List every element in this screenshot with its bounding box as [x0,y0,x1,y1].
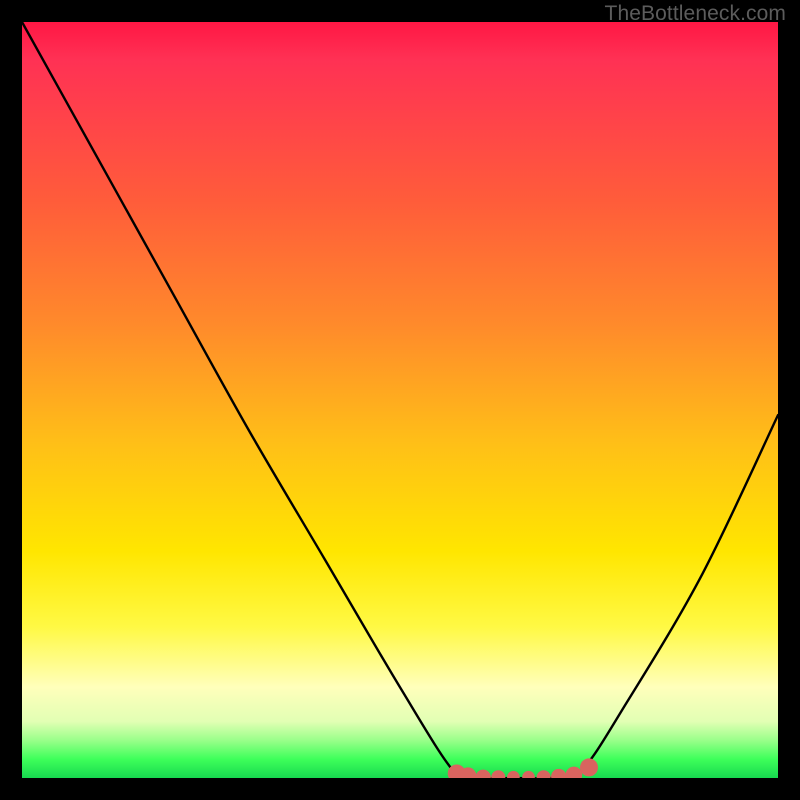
plot-area [22,22,778,778]
marker-dot [475,770,490,778]
marker-dot [491,770,505,778]
marker-dot [522,771,535,778]
marker-dot [448,764,466,778]
marker-dot [551,769,566,778]
marker-dot [460,767,477,778]
marker-dot [537,770,551,778]
watermark-text: TheBottleneck.com [605,2,786,26]
optimal-range-dots [448,758,598,778]
marker-dot [507,771,520,778]
chart-container: TheBottleneck.com [0,0,800,800]
bottleneck-curve [22,22,778,778]
curve-layer [22,22,778,778]
marker-dot [566,767,583,778]
marker-dot [580,758,598,776]
